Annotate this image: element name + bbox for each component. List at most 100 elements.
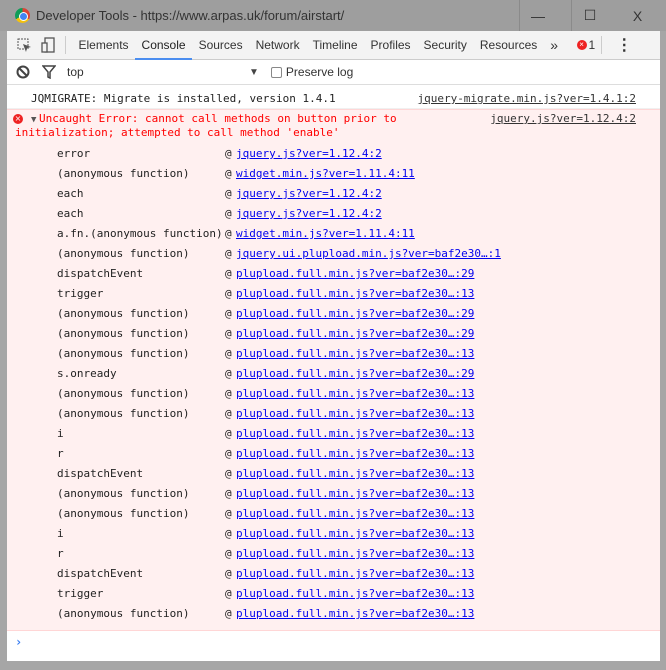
source-link[interactable]: jquery.js?ver=1.12.4:2: [236, 144, 382, 164]
source-link[interactable]: plupload.full.min.js?ver=baf2e30…:29: [236, 304, 474, 324]
function-name: (anonymous function): [57, 347, 190, 360]
source-link[interactable]: plupload.full.min.js?ver=baf2e30…:13: [236, 284, 474, 304]
preserve-log-label: Preserve log: [285, 65, 354, 79]
stack-frame: (anonymous function) @ plupload.full.min.j…: [57, 604, 660, 624]
tab-resources[interactable]: Resources: [473, 31, 543, 60]
preserve-log-checkbox[interactable]: [270, 66, 282, 78]
stack-frame: (anonymous function) @ plupload.full.min.j…: [57, 404, 660, 424]
source-link[interactable]: plupload.full.min.js?ver=baf2e30…:13: [236, 544, 474, 564]
function-name: trigger: [57, 587, 104, 600]
at-sign: @: [225, 247, 232, 260]
more-menu-icon[interactable]: ⋮: [616, 35, 632, 55]
error-icon: ×: [576, 40, 587, 50]
error-source-link[interactable]: jquery.js?ver=1.12.4:2: [490, 112, 636, 125]
more-tabs-button[interactable]: »: [544, 31, 565, 60]
at-sign: @: [225, 267, 232, 280]
source-link[interactable]: plupload.full.min.js?ver=baf2e30…:13: [236, 524, 474, 544]
source-link[interactable]: plupload.full.min.js?ver=baf2e30…:13: [236, 384, 474, 404]
source-link[interactable]: plupload.full.min.js?ver=baf2e30…:13: [236, 404, 474, 424]
divider: [601, 36, 603, 54]
tab-sources[interactable]: Sources: [192, 31, 249, 60]
stack-frame: (anonymous function) @ plupload.full.min.j…: [57, 504, 660, 524]
source-link[interactable]: plupload.full.min.js?ver=baf2e30…:29: [236, 364, 474, 384]
at-sign: @: [225, 547, 232, 560]
stack-frame: i @ plupload.full.min.js?ver=baf2e30…:13: [57, 424, 660, 444]
source-link[interactable]: plupload.full.min.js?ver=baf2e30…:13: [236, 504, 474, 524]
error-counter[interactable]: × 1: [576, 38, 596, 52]
tab-profiles[interactable]: Profiles: [364, 31, 417, 60]
function-name: i: [57, 527, 64, 540]
stack-frame: (anonymous function) @ plupload.full.min.j…: [57, 324, 660, 344]
source-link[interactable]: plupload.full.min.js?ver=baf2e30…:13: [236, 424, 474, 444]
stack-frame: each @ jquery.js?ver=1.12.4:2: [57, 204, 660, 224]
source-link[interactable]: jquery.ui.plupload.min.js?ver=baf2e30…:1: [236, 244, 501, 264]
stack-frame: (anonymous function) @ jquery.ui.plupload.…: [57, 244, 660, 264]
minimize-button[interactable]: —: [519, 0, 556, 31]
function-name: (anonymous function): [57, 507, 190, 520]
source-link[interactable]: plupload.full.min.js?ver=baf2e30…:29: [236, 264, 474, 284]
stack-frame: s.onready @ plupload.full.min.js?ver=baf2e…: [57, 364, 660, 384]
source-link[interactable]: plupload.full.min.js?ver=baf2e30…:13: [236, 604, 474, 624]
source-link[interactable]: plupload.full.min.js?ver=baf2e30…:29: [236, 324, 474, 344]
stack-frame: (anonymous function) @ plupload.full.min.j…: [57, 484, 660, 504]
source-link[interactable]: jquery.js?ver=1.12.4:2: [236, 184, 382, 204]
source-link[interactable]: plupload.full.min.js?ver=baf2e30…:13: [236, 584, 474, 604]
at-sign: @: [225, 467, 232, 480]
source-link[interactable]: plupload.full.min.js?ver=baf2e30…:13: [236, 464, 474, 484]
tab-security[interactable]: Security: [417, 31, 473, 60]
source-link[interactable]: widget.min.js?ver=1.11.4:11: [236, 224, 415, 244]
tab-timeline[interactable]: Timeline: [306, 31, 364, 60]
console-message-error: × ▼ Uncaught Error: cannot call methods …: [7, 109, 660, 631]
function-name: trigger: [57, 287, 104, 300]
source-link[interactable]: plupload.full.min.js?ver=baf2e30…:13: [236, 484, 474, 504]
stack-frame: (anonymous function) @ widget.min.js?ver=1…: [57, 164, 660, 184]
source-link[interactable]: plupload.full.min.js?ver=baf2e30…:13: [236, 564, 474, 584]
source-link[interactable]: widget.min.js?ver=1.11.4:11: [236, 164, 415, 184]
function-name: a.fn.(anonymous function): [57, 227, 223, 240]
close-button[interactable]: X: [619, 0, 656, 31]
stack-frame: (anonymous function) @ plupload.full.min.j…: [57, 384, 660, 404]
function-name: r: [57, 547, 64, 560]
at-sign: @: [225, 187, 232, 200]
console-prompt[interactable]: ›: [7, 631, 660, 655]
source-link[interactable]: jquery.js?ver=1.12.4:2: [236, 204, 382, 224]
source-link[interactable]: plupload.full.min.js?ver=baf2e30…:13: [236, 444, 474, 464]
tab-console[interactable]: Console: [135, 31, 193, 60]
function-name: dispatchEvent: [57, 267, 144, 280]
at-sign: @: [225, 447, 232, 460]
tab-network[interactable]: Network: [249, 31, 306, 60]
at-sign: @: [225, 527, 232, 540]
window-title: Developer Tools - https://www.arpas.uk/f…: [36, 8, 345, 23]
context-dropdown-icon[interactable]: ▼: [249, 67, 259, 78]
source-link[interactable]: plupload.full.min.js?ver=baf2e30…:13: [236, 344, 474, 364]
error-count: 1: [588, 38, 596, 52]
at-sign: @: [225, 567, 232, 580]
console-output: JQMIGRATE: Migrate is installed, version…: [7, 89, 660, 655]
stack-frame: (anonymous function) @ plupload.full.min.j…: [57, 304, 660, 324]
maximize-button[interactable]: ☐: [571, 0, 608, 31]
at-sign: @: [225, 227, 232, 240]
stack-frame: each @ jquery.js?ver=1.12.4:2: [57, 184, 660, 204]
filter-icon[interactable]: [40, 65, 58, 79]
function-name: dispatchEvent: [57, 567, 144, 580]
function-name: i: [57, 427, 64, 440]
context-select[interactable]: top: [67, 65, 249, 79]
function-name: each: [57, 187, 84, 200]
stack-frame: a.fn.(anonymous function) @ widget.min.js?…: [57, 224, 660, 244]
function-name: (anonymous function): [57, 407, 190, 420]
function-name: (anonymous function): [57, 167, 190, 180]
tab-elements[interactable]: Elements: [72, 31, 135, 60]
function-name: error: [57, 147, 91, 160]
inspect-element-icon[interactable]: [11, 38, 37, 53]
stack-frame: trigger @ plupload.full.min.js?ver=baf2e30…: [57, 284, 660, 304]
divider: [65, 36, 66, 54]
device-mode-icon[interactable]: [37, 37, 59, 53]
expand-triangle-icon[interactable]: ▼: [31, 112, 36, 128]
title-bar: Developer Tools - https://www.arpas.uk/f…: [0, 0, 666, 31]
error-text-line2: initialization; attempted to call method…: [15, 126, 340, 139]
stack-frame: dispatchEvent @ plupload.full.min.js?ver=b…: [57, 464, 660, 484]
at-sign: @: [225, 487, 232, 500]
clear-console-icon[interactable]: [14, 65, 32, 79]
message-source-link[interactable]: jquery-migrate.min.js?ver=1.4.1:2: [417, 92, 636, 105]
function-name: r: [57, 447, 64, 460]
